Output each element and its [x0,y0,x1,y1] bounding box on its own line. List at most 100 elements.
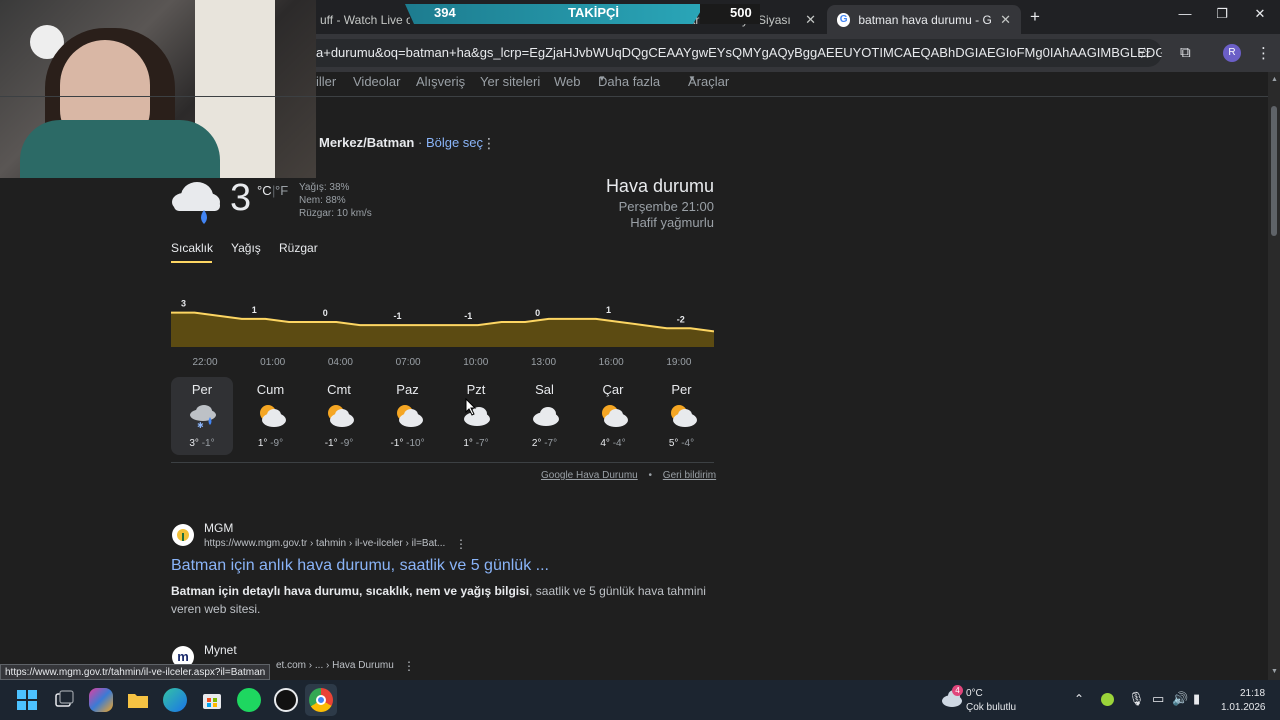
unit-fahrenheit[interactable]: °F [275,183,288,198]
tab-temperature[interactable]: Sıcaklık [171,241,213,255]
tab-google-search[interactable]: G batman hava durumu - Google ✕ [827,5,1021,34]
result-title-link[interactable]: Batman için anlık hava durumu, saatlik v… [171,557,549,575]
forecast-day[interactable]: Pzt 1° -7° [445,377,507,455]
forecast-day-name: Paz [396,382,419,397]
weather-title: Hava durumu [605,176,714,196]
feedback-link[interactable]: Geri bildirim [663,470,716,481]
select-region-link[interactable]: Bölge seç [426,135,483,150]
forecast-day[interactable]: Cum 1° -9° [240,377,302,455]
edge-icon[interactable] [163,688,187,712]
forecast-day[interactable]: Çar 4° -4° [582,377,644,455]
nav-item-web[interactable]: Web [554,74,581,89]
restore-button[interactable]: ❐ [1207,6,1237,22]
cloudy-icon [531,403,561,429]
forecast-temps: -1° -9° [324,438,354,449]
result-menu-icon[interactable]: ⋮ [403,659,415,673]
scroll-thumb[interactable] [1271,106,1277,236]
store-icon[interactable] [200,688,224,712]
scroll-down-icon[interactable]: ▼ [1271,668,1278,675]
more-menu-icon[interactable]: ⋮ [1256,44,1271,62]
divider [0,96,1268,97]
google-weather-link[interactable]: Google Hava Durumu [541,470,638,481]
tab-wind[interactable]: Rüzgar [279,241,318,255]
tab-watch-live[interactable]: uff - Watch Live o [310,5,410,34]
hour-label: 10:00 [463,357,489,368]
chart-data-label: -2 [677,314,685,324]
hour-label: 07:00 [395,357,421,368]
battery-icon[interactable]: ▮ [1193,691,1200,707]
task-view-icon[interactable] [52,688,76,712]
nav-item-shopping[interactable]: Alışveriş [416,74,465,89]
cloud-rain-icon [172,182,220,224]
copilot-icon[interactable] [89,688,113,712]
nav-item[interactable]: iller [316,74,336,89]
scroll-up-icon[interactable]: ▲ [1271,76,1278,83]
close-icon[interactable]: ✕ [992,12,1011,28]
weather-temp[interactable]: 0°C [966,688,983,699]
clock-date[interactable]: 1.01.2026 [1221,702,1266,713]
tray-app-icon[interactable] [1101,693,1114,706]
url-field[interactable]: a+durumu&oq=batman+ha&gs_lcrp=EgZjaHJvbW… [300,39,1162,67]
result-snippet: Batman için detaylı hava durumu, sıcaklı… [171,584,706,616]
forecast-day[interactable]: Sal 2° -7° [514,377,576,455]
extensions-icon[interactable]: ⧉ [1180,44,1191,61]
forecast-day-name: Sal [535,382,554,397]
unit-celsius[interactable]: °C [257,183,272,198]
snow-rain-icon: ✱ [188,403,218,430]
follower-goal: 500 [730,5,752,20]
chart-data-label: 3 [181,299,186,309]
chart-data-label: -1 [394,311,402,321]
forecast-temps: 3° -1° [189,438,215,449]
windows-start-icon[interactable] [15,688,39,712]
hour-label: 16:00 [598,357,624,368]
tab-precipitation[interactable]: Yağış [231,241,261,255]
forecast-temps: 5° -4° [668,438,695,449]
hour-label: 19:00 [666,357,692,368]
page-scrollbar[interactable]: ▲ ▼ [1268,72,1280,680]
result-site-name[interactable]: MGM [204,521,233,535]
chevron-down-icon: ▼ [598,74,606,83]
nav-item-videos[interactable]: Videolar [353,74,400,89]
chart-data-label: 1 [606,305,611,315]
result-menu-icon[interactable]: ⋮ [455,537,467,551]
close-icon[interactable]: ✕ [797,12,816,28]
new-tab-button[interactable]: + [1030,7,1040,27]
weather-location: Merkez/Batman · Bölge seç [319,135,484,150]
volume-icon[interactable]: 🔊 [1172,691,1188,707]
result-url[interactable]: et.com › ... › Hava Durumu [276,660,394,671]
follower-label: TAKİPÇİ [568,5,620,20]
obs-icon[interactable] [274,688,298,712]
chrome-icon[interactable] [309,688,333,712]
partly-sunny-icon [599,403,629,429]
weather-badge: 4 [952,685,963,696]
forecast-day[interactable]: Per 5° -4° [651,377,713,455]
result-url[interactable]: https://www.mgm.gov.tr › tahmin › il-ve-… [204,538,445,549]
close-window-button[interactable]: ✕ [1245,6,1275,22]
forecast-temps: -1° -10° [390,438,425,449]
minimize-button[interactable]: — [1170,6,1200,21]
partly-sunny-icon [394,403,424,429]
file-explorer-icon[interactable] [126,688,150,712]
webcam-overlay [0,0,316,178]
chevron-down-icon: ▼ [688,74,696,83]
forecast-day-name: Per [191,382,213,397]
network-icon[interactable]: ▭ [1152,691,1164,707]
result-site-name[interactable]: Mynet [204,643,237,657]
more-options-icon[interactable]: ⋮ [482,135,496,152]
weather-footer: Google Hava Durumu • Geri bildirim [541,470,717,481]
microphone-icon[interactable]: 🎙 [1128,691,1145,707]
clock-time[interactable]: 21:18 [1240,688,1265,699]
hour-label: 01:00 [260,357,286,368]
profile-avatar[interactable]: R [1223,44,1241,62]
forecast-day[interactable]: Cmt -1° -9° [308,377,370,455]
forecast-day[interactable]: Per ✱ 3° -1° [171,377,233,455]
star-bookmark-icon[interactable]: ☆ [1138,44,1151,62]
weather-desc[interactable]: Çok bulutlu [966,702,1016,713]
chevron-up-icon[interactable]: ⌃ [1074,692,1084,706]
partly-sunny-icon [257,403,287,429]
forecast-day[interactable]: Paz -1° -10° [377,377,439,455]
spotify-icon[interactable] [237,688,261,712]
active-tab-indicator [171,261,212,263]
nav-item-places[interactable]: Yer siteleri [480,74,540,89]
chart-data-label: 0 [323,308,328,318]
